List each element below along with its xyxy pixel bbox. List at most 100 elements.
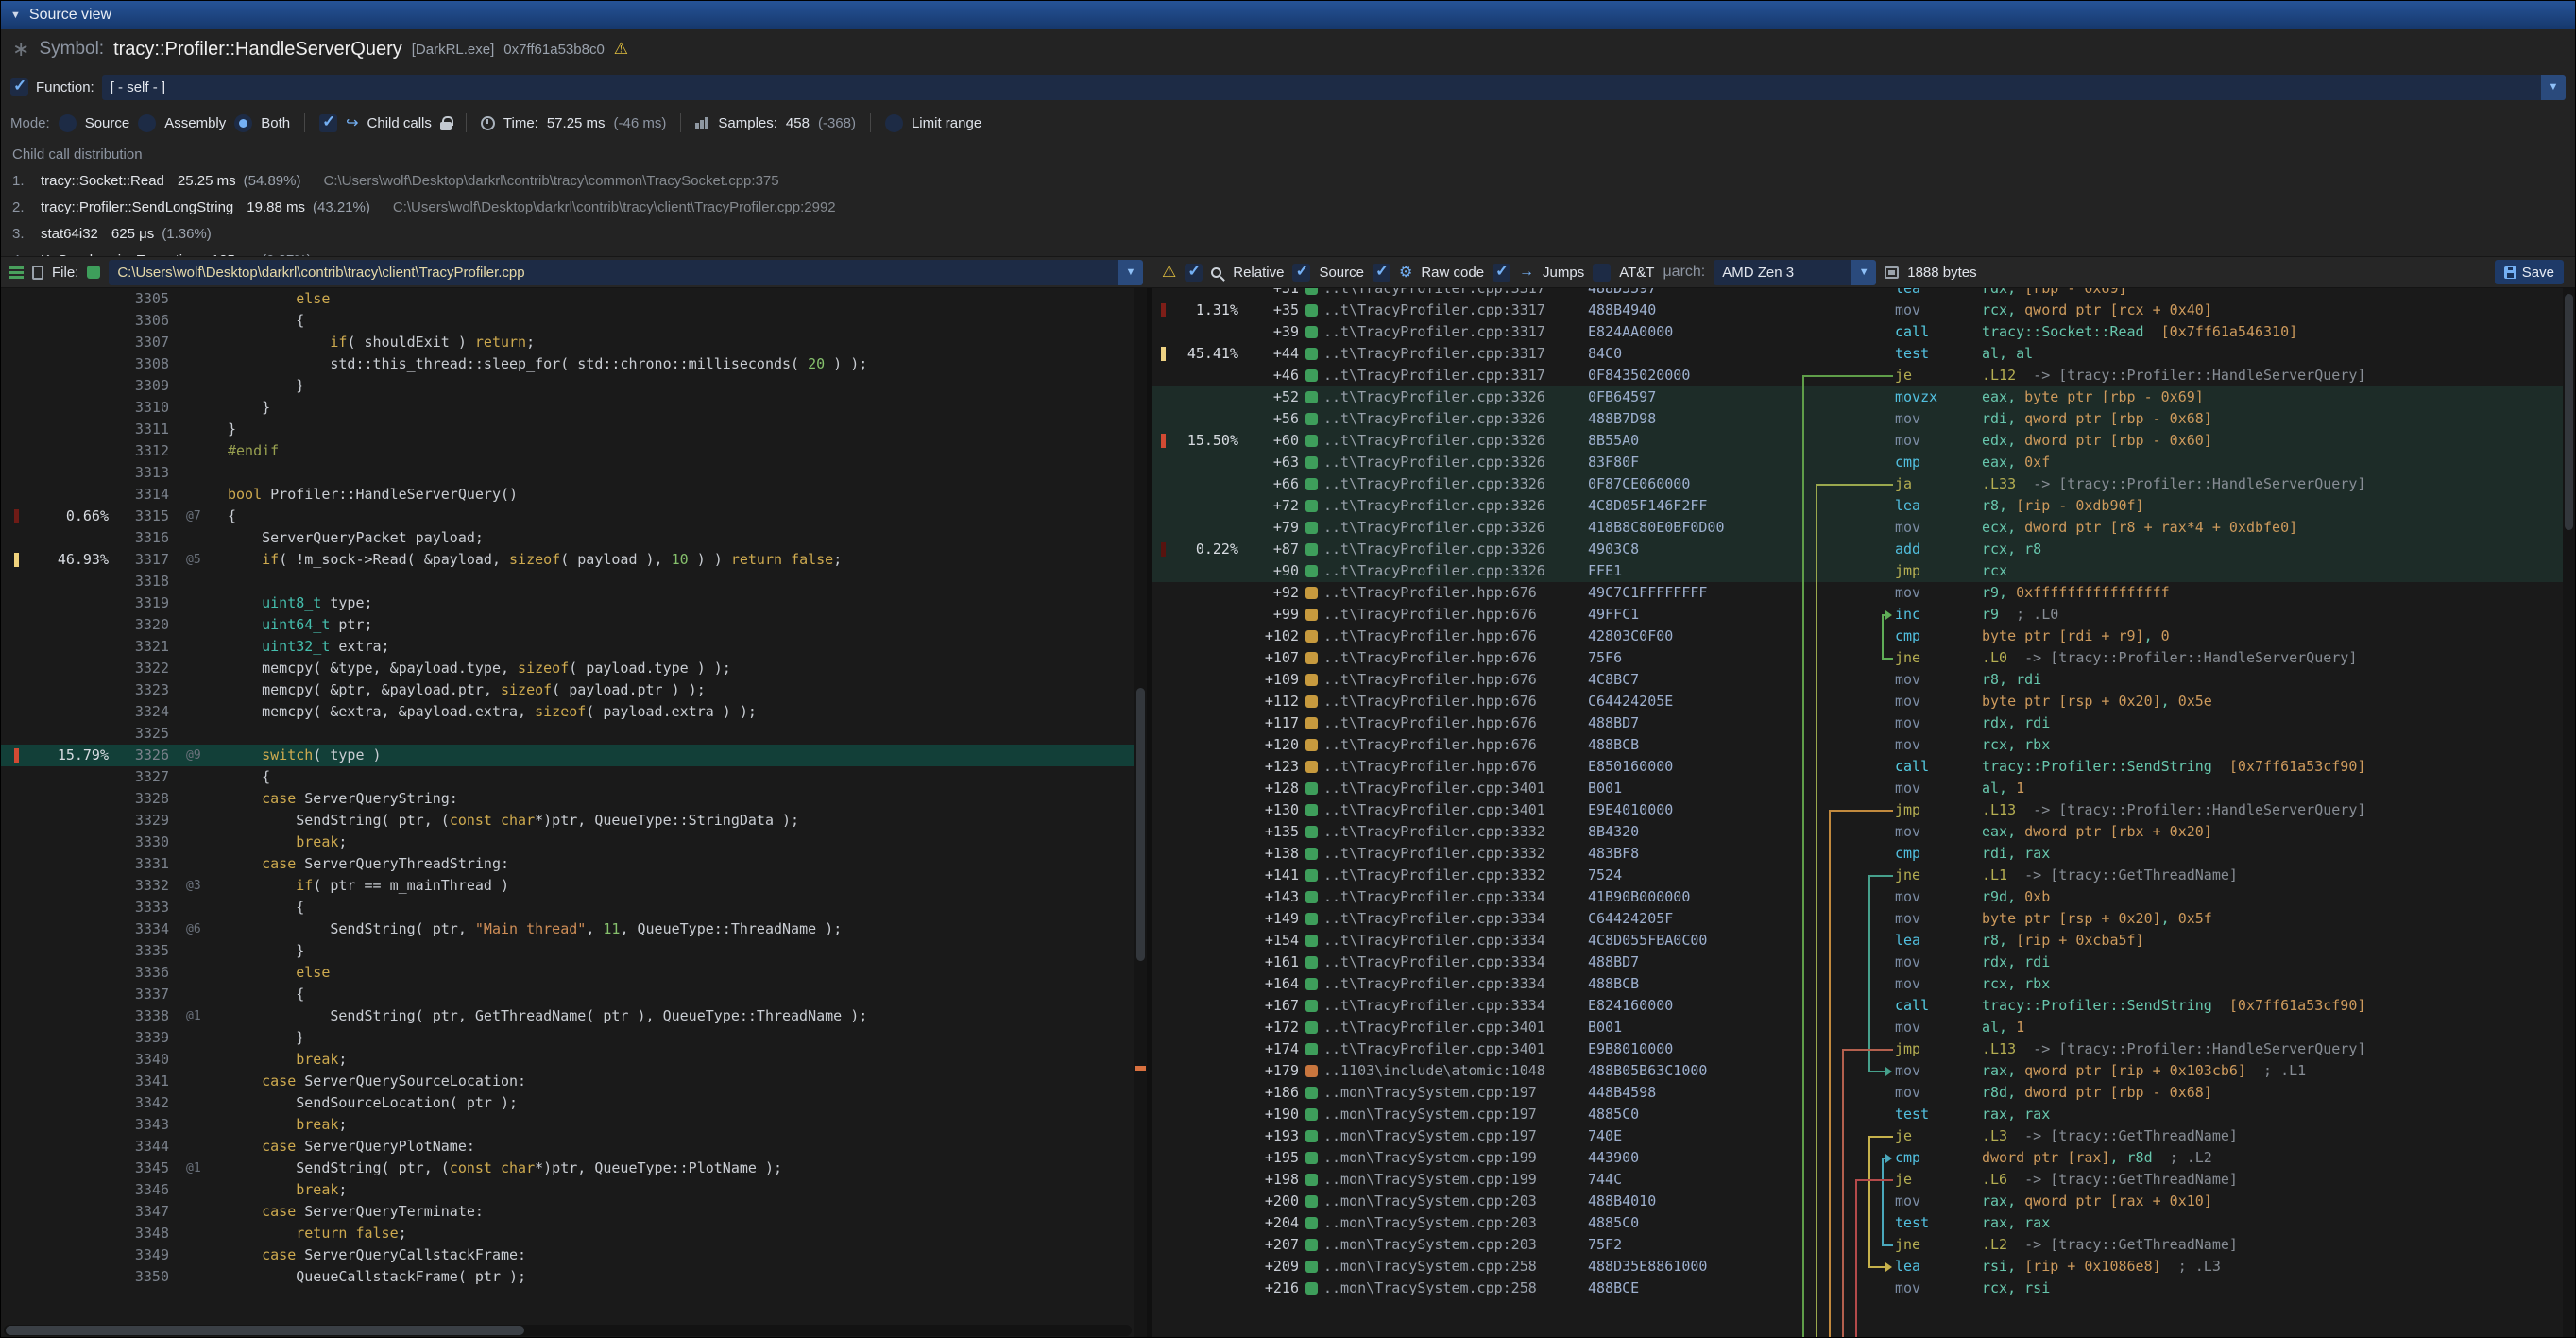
asm-source-location[interactable]: ..t\TracyProfiler.cpp:3326: [1323, 539, 1588, 560]
source-line-row[interactable]: 3350 QueueCallstackFrame( ptr );: [1, 1266, 1134, 1288]
source-line-row[interactable]: 3324 memcpy( &extra, &payload.extra, siz…: [1, 701, 1134, 723]
child-call-item[interactable]: 4.KeSynchronizeExecution125 μs(0.27%): [12, 247, 2575, 256]
assembly-vertical-scrollbar[interactable]: [2563, 288, 2575, 1338]
asm-source-location[interactable]: ..t\TracyProfiler.cpp:3317: [1323, 288, 1588, 300]
source-line-row[interactable]: 3320 uint64_t ptr;: [1, 614, 1134, 636]
chevron-down-icon[interactable]: ▼: [2541, 75, 2566, 100]
asm-source-location[interactable]: ..1103\include\atomic:1048: [1323, 1060, 1588, 1082]
asm-row[interactable]: +117..t\TracyProfiler.hpp:676488BD7movrd…: [1152, 712, 2563, 734]
source-line-row[interactable]: 3325: [1, 723, 1134, 745]
asm-row[interactable]: +31..t\TracyProfiler.cpp:3317488D5597lea…: [1152, 288, 2563, 300]
asm-row[interactable]: +63..t\TracyProfiler.cpp:332683F80Fcmpea…: [1152, 452, 2563, 473]
asm-source-location[interactable]: ..t\TracyProfiler.hpp:676: [1323, 756, 1588, 778]
asm-source-location[interactable]: ..t\TracyProfiler.cpp:3332: [1323, 843, 1588, 865]
asm-row[interactable]: +172..t\TracyProfiler.cpp:3401B001moval,…: [1152, 1017, 2563, 1038]
source-line-row[interactable]: 0.66%3315@7{: [1, 506, 1134, 527]
source-line-row[interactable]: 3323 memcpy( &ptr, &payload.ptr, sizeof(…: [1, 679, 1134, 701]
jumps-checkbox[interactable]: [1493, 264, 1510, 282]
source-line-row[interactable]: 15.79%3326@9 switch( type ): [1, 745, 1134, 766]
lock-icon[interactable]: [440, 122, 452, 130]
source-checkbox[interactable]: [1292, 264, 1310, 282]
source-line-row[interactable]: 3331 case ServerQueryThreadString:: [1, 853, 1134, 875]
source-line-row[interactable]: 3344 case ServerQueryPlotName:: [1, 1136, 1134, 1158]
child-call-name[interactable]: tracy::Profiler::SendLongString: [41, 199, 233, 215]
source-line-row[interactable]: 46.93%3317@5 if( !m_sock->Read( &payload…: [1, 549, 1134, 571]
asm-source-location[interactable]: ..t\TracyProfiler.cpp:3317: [1323, 365, 1588, 386]
asm-source-location[interactable]: ..t\TracyProfiler.cpp:3401: [1323, 1017, 1588, 1038]
asm-row[interactable]: +209..mon\TracySystem.cpp:258488D35E8861…: [1152, 1256, 2563, 1278]
source-horizontal-scrollbar[interactable]: [4, 1325, 1132, 1336]
source-line-row[interactable]: 3328 case ServerQueryString:: [1, 788, 1134, 810]
asm-source-location[interactable]: ..t\TracyProfiler.hpp:676: [1323, 582, 1588, 604]
asm-row[interactable]: +109..t\TracyProfiler.hpp:6764C8BC7movr8…: [1152, 669, 2563, 691]
asm-row[interactable]: +167..t\TracyProfiler.cpp:3334E824160000…: [1152, 995, 2563, 1017]
asm-row[interactable]: +190..mon\TracySystem.cpp:1974885C0testr…: [1152, 1104, 2563, 1125]
asm-source-location[interactable]: ..t\TracyProfiler.hpp:676: [1323, 626, 1588, 647]
source-line-row[interactable]: 3345@1 SendString( ptr, (const char*)ptr…: [1, 1158, 1134, 1179]
asm-row[interactable]: +123..t\TracyProfiler.hpp:676E850160000c…: [1152, 756, 2563, 778]
source-line-row[interactable]: 3338@1 SendString( ptr, GetThreadName( p…: [1, 1005, 1134, 1027]
asm-row[interactable]: +154..t\TracyProfiler.cpp:33344C8D055FBA…: [1152, 930, 2563, 952]
asm-row[interactable]: +138..t\TracyProfiler.cpp:3332483BF8cmpr…: [1152, 843, 2563, 865]
asm-row[interactable]: +186..mon\TracySystem.cpp:197448B4598mov…: [1152, 1082, 2563, 1104]
asm-row[interactable]: +179..1103\include\atomic:1048488B05B63C…: [1152, 1060, 2563, 1082]
asm-source-location[interactable]: ..t\TracyProfiler.cpp:3326: [1323, 473, 1588, 495]
list-icon[interactable]: [9, 266, 24, 279]
asm-source-location[interactable]: ..mon\TracySystem.cpp:258: [1323, 1256, 1588, 1278]
source-line-row[interactable]: 3311}: [1, 419, 1134, 440]
source-line-row[interactable]: 3312#endif: [1, 440, 1134, 462]
source-line-row[interactable]: 3330 break;: [1, 832, 1134, 853]
asm-row[interactable]: +143..t\TracyProfiler.cpp:333441B90B0000…: [1152, 886, 2563, 908]
source-line-row[interactable]: 3321 uint32_t extra;: [1, 636, 1134, 658]
asm-source-location[interactable]: ..t\TracyProfiler.cpp:3334: [1323, 995, 1588, 1017]
asm-source-location[interactable]: ..t\TracyProfiler.hpp:676: [1323, 604, 1588, 626]
asm-row[interactable]: +216..mon\TracySystem.cpp:258488BCEmovrc…: [1152, 1278, 2563, 1299]
save-button[interactable]: Save: [2495, 260, 2564, 284]
collapse-arrow-icon[interactable]: ▼: [10, 9, 21, 21]
asm-row[interactable]: +198..mon\TracySystem.cpp:199744Cje.L6 -…: [1152, 1169, 2563, 1191]
asm-row[interactable]: +195..mon\TracySystem.cpp:199443900cmpdw…: [1152, 1147, 2563, 1169]
source-line-row[interactable]: 3318: [1, 571, 1134, 592]
function-combo[interactable]: [ - self - ] ▼: [102, 75, 2566, 100]
uarch-combo[interactable]: AMD Zen 3 ▼: [1714, 260, 1876, 285]
asm-row[interactable]: +204..mon\TracySystem.cpp:2034885C0testr…: [1152, 1212, 2563, 1234]
asm-source-location[interactable]: ..t\TracyProfiler.cpp:3326: [1323, 452, 1588, 473]
asm-source-location[interactable]: ..t\TracyProfiler.hpp:676: [1323, 647, 1588, 669]
asm-source-location[interactable]: ..mon\TracySystem.cpp:203: [1323, 1234, 1588, 1256]
source-line-row[interactable]: 3335 }: [1, 940, 1134, 962]
asm-source-location[interactable]: ..t\TracyProfiler.cpp:3326: [1323, 560, 1588, 582]
asm-source-location[interactable]: ..t\TracyProfiler.cpp:3326: [1323, 517, 1588, 539]
asm-row[interactable]: +99..t\TracyProfiler.hpp:67649FFC1incr9 …: [1152, 604, 2563, 626]
source-line-row[interactable]: 3334@6 SendString( ptr, "Main thread", 1…: [1, 918, 1134, 940]
asm-source-location[interactable]: ..t\TracyProfiler.cpp:3332: [1323, 865, 1588, 886]
asm-source-location[interactable]: ..t\TracyProfiler.hpp:676: [1323, 669, 1588, 691]
asm-row[interactable]: +66..t\TracyProfiler.cpp:33260F87CE06000…: [1152, 473, 2563, 495]
scrollbar-handle[interactable]: [1136, 688, 1145, 961]
source-line-row[interactable]: 3342 SendSourceLocation( ptr );: [1, 1092, 1134, 1114]
asm-source-location[interactable]: ..mon\TracySystem.cpp:199: [1323, 1169, 1588, 1191]
asm-source-location[interactable]: ..t\TracyProfiler.cpp:3401: [1323, 1038, 1588, 1060]
asm-source-location[interactable]: ..t\TracyProfiler.cpp:3401: [1323, 799, 1588, 821]
asm-row[interactable]: +130..t\TracyProfiler.cpp:3401E9E4010000…: [1152, 799, 2563, 821]
asm-row[interactable]: +149..t\TracyProfiler.cpp:3334C64424205F…: [1152, 908, 2563, 930]
asm-source-location[interactable]: ..t\TracyProfiler.cpp:3334: [1323, 930, 1588, 952]
source-line-row[interactable]: 3337 {: [1, 984, 1134, 1005]
source-line-row[interactable]: 3341 case ServerQuerySourceLocation:: [1, 1071, 1134, 1092]
source-line-row[interactable]: 3332@3 if( ptr == m_mainThread ): [1, 875, 1134, 897]
asm-row[interactable]: +39..t\TracyProfiler.cpp:3317E824AA0000c…: [1152, 321, 2563, 343]
source-line-row[interactable]: 3329 SendString( ptr, (const char*)ptr, …: [1, 810, 1134, 832]
asm-row[interactable]: +174..t\TracyProfiler.cpp:3401E9B8010000…: [1152, 1038, 2563, 1060]
asm-row[interactable]: +56..t\TracyProfiler.cpp:3326488B7D98mov…: [1152, 408, 2563, 430]
asm-source-location[interactable]: ..mon\TracySystem.cpp:197: [1323, 1125, 1588, 1147]
source-line-row[interactable]: 3349 case ServerQueryCallstackFrame:: [1, 1244, 1134, 1266]
asm-row[interactable]: 15.50%+60..t\TracyProfiler.cpp:33268B55A…: [1152, 430, 2563, 452]
asm-source-location[interactable]: ..t\TracyProfiler.cpp:3332: [1323, 821, 1588, 843]
asm-row[interactable]: +141..t\TracyProfiler.cpp:33327524jne.L1…: [1152, 865, 2563, 886]
asm-source-location[interactable]: ..mon\TracySystem.cpp:199: [1323, 1147, 1588, 1169]
asm-source-location[interactable]: ..t\TracyProfiler.cpp:3317: [1323, 321, 1588, 343]
child-call-item[interactable]: 1.tracy::Socket::Read25.25 ms(54.89%)C:\…: [12, 167, 2575, 194]
source-line-row[interactable]: 3309 }: [1, 375, 1134, 397]
source-line-row[interactable]: 3336 else: [1, 962, 1134, 984]
asm-row[interactable]: +52..t\TracyProfiler.cpp:33260FB64597mov…: [1152, 386, 2563, 408]
source-line-row[interactable]: 3343 break;: [1, 1114, 1134, 1136]
